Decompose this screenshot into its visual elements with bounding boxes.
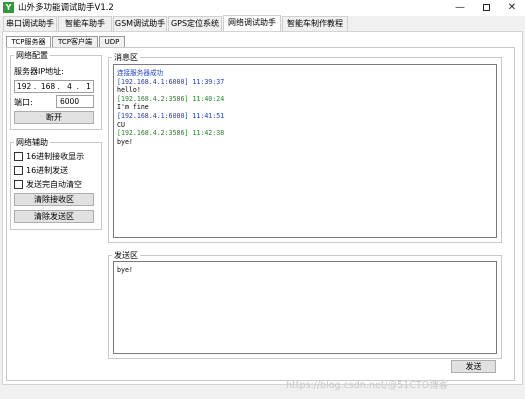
message-line: hello!: [117, 86, 141, 95]
title-bar: Y 山外多功能调试助手V1.2 — ✕: [0, 0, 525, 16]
close-button[interactable]: ✕: [499, 0, 525, 16]
tab-tcp-client[interactable]: TCP客户端: [52, 36, 98, 47]
server-ip-input[interactable]: 192 . 168 . 4 . 1: [14, 80, 94, 93]
clear-send-button[interactable]: 清除发送区: [14, 210, 94, 223]
message-line: CU: [117, 120, 125, 129]
tab-tcp-server[interactable]: TCP服务器: [6, 36, 51, 47]
tab-network-debug[interactable]: 网络调试助手: [223, 15, 281, 32]
message-line: bye!: [117, 137, 133, 146]
message-line: I'm fine: [117, 103, 149, 112]
tab-smart-car[interactable]: 智能车助手: [58, 16, 112, 31]
send-button[interactable]: 发送: [451, 360, 496, 373]
maximize-icon: [482, 4, 490, 11]
app-window: Y 山外多功能调试助手V1.2 — ✕ 串口调试助手 智能车助手 GSM调试助手…: [0, 0, 525, 399]
tab-smart-car-tutorial[interactable]: 智能车制作教程: [282, 16, 348, 31]
message-log[interactable]: 连接服务器成功 [192.168.4.1:6000] 11:39:37 hell…: [113, 64, 497, 238]
hex-send-checkbox[interactable]: [14, 166, 23, 175]
message-line: [192.168.4.2:3586] 11:40:24: [117, 94, 225, 103]
minimize-button[interactable]: —: [447, 0, 473, 16]
message-line: 连接服务器成功: [117, 69, 164, 77]
main-tab-bar: 串口调试助手 智能车助手 GSM调试助手 GPS定位系统 网络调试助手 智能车制…: [0, 15, 525, 32]
send-input[interactable]: bye!: [113, 261, 497, 354]
watermark: https://blog.csdn.net/@51CTO博客: [286, 380, 449, 391]
auto-clear-checkbox[interactable]: [14, 180, 23, 189]
server-ip-label: 服务器IP地址:: [14, 67, 64, 76]
send-content: bye!: [117, 266, 133, 274]
port-label: 端口:: [14, 98, 33, 107]
hex-receive-checkbox[interactable]: [14, 152, 23, 161]
tab-udp[interactable]: UDP: [99, 36, 125, 47]
tab-serial-debug[interactable]: 串口调试助手: [3, 16, 57, 31]
message-line: [192.168.4.1:6000] 11:41:51: [117, 111, 225, 120]
port-input[interactable]: 6000: [56, 95, 94, 108]
window-title: 山外多功能调试助手V1.2: [18, 3, 114, 13]
hex-receive-label: 16进制接收显示: [26, 152, 85, 161]
send-area-title: 发送区: [112, 251, 140, 261]
tab-gsm-debug[interactable]: GSM调试助手: [113, 16, 167, 31]
disconnect-button[interactable]: 断开: [14, 111, 94, 124]
tab-gps-system[interactable]: GPS定位系统: [168, 16, 222, 31]
maximize-button[interactable]: [473, 0, 499, 16]
message-area-title: 消息区: [112, 53, 140, 63]
message-line: [192.168.4.2:3586] 11:42:38: [117, 129, 225, 138]
auto-clear-label: 发送完自动清空: [26, 180, 82, 189]
network-config-title: 网络配置: [14, 51, 50, 61]
clear-receive-button[interactable]: 清除接收区: [14, 193, 94, 206]
network-assist-title: 网络辅助: [14, 138, 50, 148]
app-logo-icon: Y: [3, 2, 14, 13]
message-line: [192.168.4.1:6000] 11:39:37: [117, 77, 225, 86]
hex-send-label: 16进制发送: [26, 166, 69, 175]
